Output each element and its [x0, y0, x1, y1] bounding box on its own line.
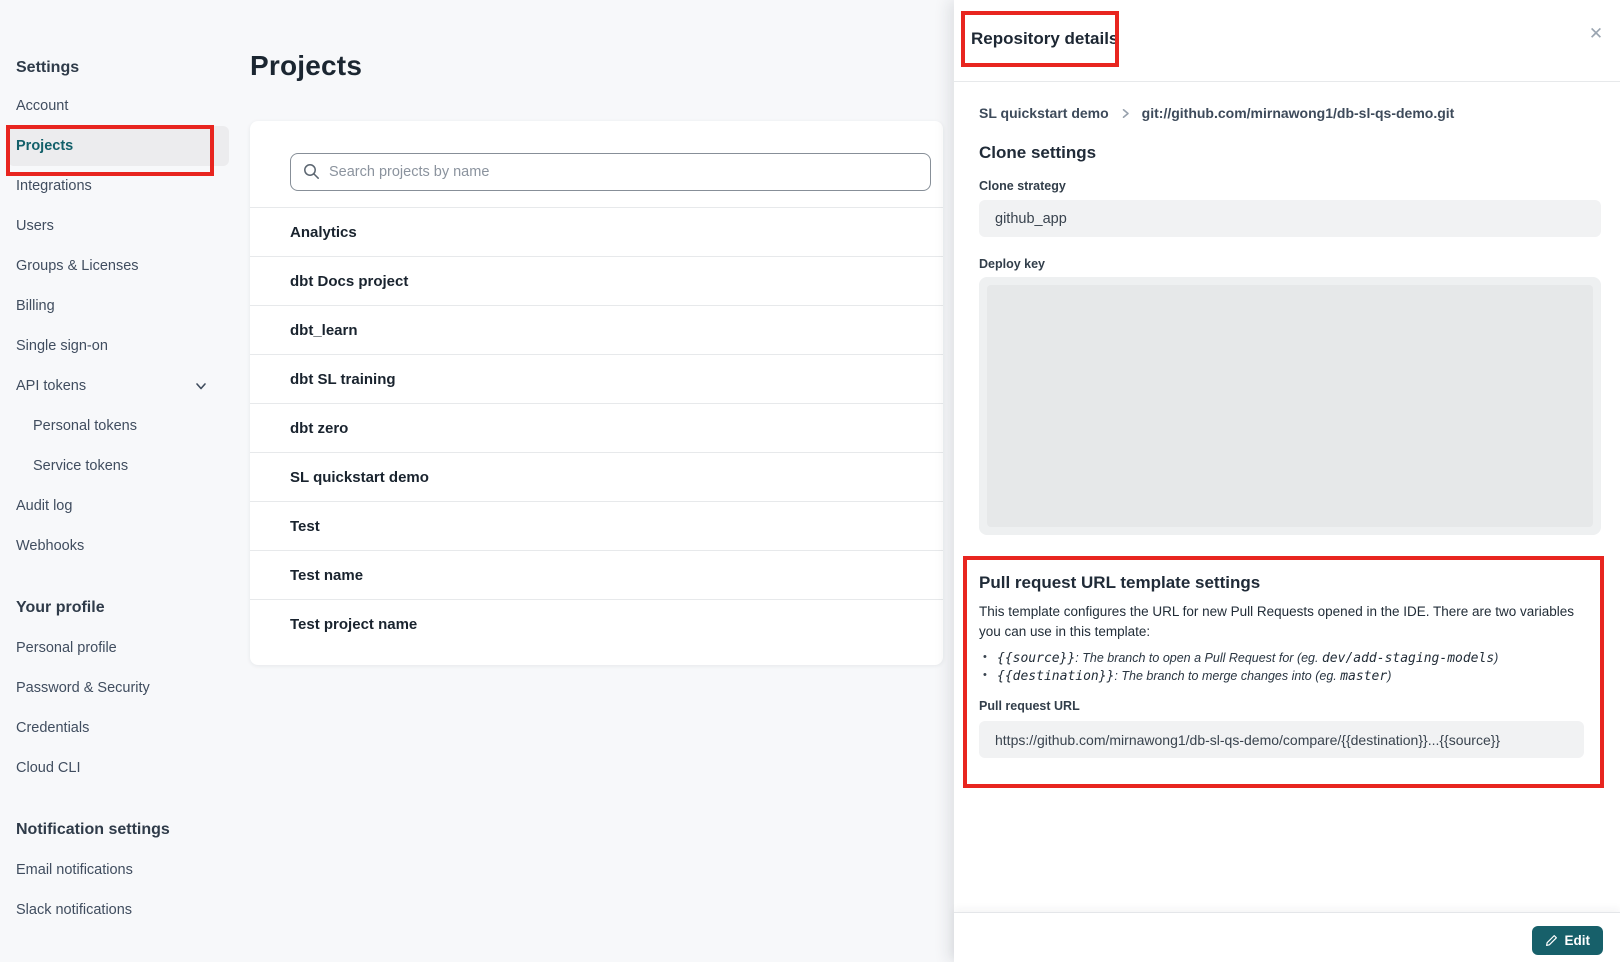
pencil-icon: [1545, 934, 1558, 947]
sidebar-heading-notification-settings: Notification settings: [0, 810, 230, 850]
pr-template-description: This template configures the URL for new…: [979, 602, 1584, 642]
project-row[interactable]: SL quickstart demo: [250, 452, 943, 501]
deploy-key-label: Deploy key: [979, 257, 1601, 271]
breadcrumb-project[interactable]: SL quickstart demo: [979, 105, 1109, 121]
sidebar-item-groups-licenses[interactable]: Groups & Licenses: [0, 246, 230, 286]
sidebar-item-personal-profile[interactable]: Personal profile: [0, 628, 230, 668]
sidebar-item-personal-tokens[interactable]: Personal tokens: [0, 406, 230, 446]
sidebar-item-users[interactable]: Users: [0, 206, 230, 246]
settings-sidebar: Settings Account Projects Integrations U…: [0, 0, 230, 962]
sidebar-heading-your-profile: Your profile: [0, 588, 230, 628]
project-row[interactable]: Test: [250, 501, 943, 550]
pr-url-label: Pull request URL: [979, 699, 1584, 713]
clone-strategy-field[interactable]: [979, 200, 1601, 237]
pr-template-variables: {{source}}: The branch to open a Pull Re…: [979, 649, 1584, 685]
project-row[interactable]: dbt zero: [250, 403, 943, 452]
project-rows: Analytics dbt Docs project dbt_learn dbt…: [250, 207, 943, 648]
sidebar-item-cloud-cli[interactable]: Cloud CLI: [0, 748, 230, 788]
sidebar-item-projects[interactable]: Projects: [8, 126, 229, 166]
panel-footer: Edit: [954, 912, 1620, 962]
pr-url-field[interactable]: [979, 721, 1584, 758]
breadcrumb-repo-url: git://github.com/mirnawong1/db-sl-qs-dem…: [1142, 105, 1455, 121]
search-input[interactable]: [290, 153, 931, 191]
sidebar-item-password-security[interactable]: Password & Security: [0, 668, 230, 708]
pr-variable-destination: {{destination}}: The branch to merge cha…: [979, 667, 1584, 685]
deploy-key-field: [979, 277, 1601, 535]
sidebar-item-credentials[interactable]: Credentials: [0, 708, 230, 748]
chevron-down-icon: [194, 379, 208, 393]
project-row[interactable]: Test project name: [250, 599, 943, 648]
sidebar-item-email-notifications[interactable]: Email notifications: [0, 850, 230, 890]
sidebar-item-service-tokens[interactable]: Service tokens: [0, 446, 230, 486]
pr-template-heading: Pull request URL template settings: [979, 573, 1584, 593]
repository-details-panel: Repository details ✕ SL quickstart demo …: [954, 0, 1620, 962]
sidebar-item-billing[interactable]: Billing: [0, 286, 230, 326]
close-icon[interactable]: ✕: [1585, 23, 1607, 45]
edit-button[interactable]: Edit: [1532, 926, 1604, 955]
pr-variable-source: {{source}}: The branch to open a Pull Re…: [979, 649, 1584, 667]
sidebar-item-webhooks[interactable]: Webhooks: [0, 526, 230, 566]
sidebar-item-integrations[interactable]: Integrations: [0, 166, 230, 206]
breadcrumb: SL quickstart demo git://github.com/mirn…: [979, 103, 1601, 123]
project-search: [290, 153, 931, 191]
project-row[interactable]: dbt Docs project: [250, 256, 943, 305]
panel-header: Repository details ✕: [954, 0, 1620, 82]
pull-request-template-section: Pull request URL template settings This …: [963, 556, 1604, 788]
clone-strategy-label: Clone strategy: [979, 179, 1601, 193]
project-row[interactable]: Test name: [250, 550, 943, 599]
search-icon: [303, 163, 320, 180]
sidebar-item-api-tokens[interactable]: API tokens: [0, 366, 230, 406]
panel-body: SL quickstart demo git://github.com/mirn…: [954, 103, 1620, 535]
sidebar-heading-settings: Settings: [0, 49, 230, 86]
sidebar-item-audit-log[interactable]: Audit log: [0, 486, 230, 526]
project-row[interactable]: dbt SL training: [250, 354, 943, 403]
sidebar-item-slack-notifications[interactable]: Slack notifications: [0, 890, 230, 930]
chevron-right-icon: [1120, 108, 1131, 119]
clone-settings-heading: Clone settings: [979, 143, 1601, 163]
sidebar-item-single-sign-on[interactable]: Single sign-on: [0, 326, 230, 366]
project-row[interactable]: dbt_learn: [250, 305, 943, 354]
panel-title: Repository details: [971, 29, 1118, 49]
projects-list-card: Analytics dbt Docs project dbt_learn dbt…: [250, 121, 943, 665]
sidebar-item-account[interactable]: Account: [0, 86, 230, 126]
project-row[interactable]: Analytics: [250, 207, 943, 256]
deploy-key-redacted-content: [987, 285, 1593, 527]
page-title: Projects: [250, 50, 362, 82]
